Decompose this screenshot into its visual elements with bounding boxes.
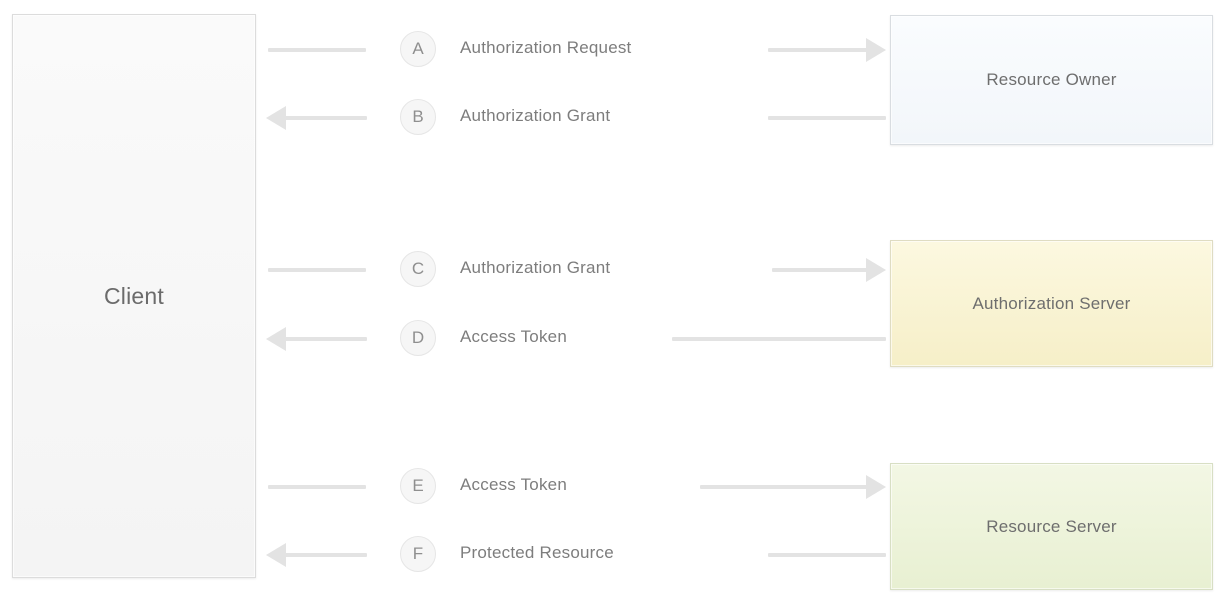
message-c-badge: C (400, 251, 436, 287)
message-a-arrowhead-right-icon (866, 38, 886, 62)
message-b-label: Authorization Grant (460, 106, 611, 125)
message-e-line-left (268, 485, 366, 489)
message-c-line-left (268, 268, 366, 272)
message-row-c: C Authorization Grant (0, 250, 1230, 290)
message-row-d: D Access Token (0, 319, 1230, 359)
message-d-line-left (285, 337, 367, 341)
message-c-arrowhead-right-icon (866, 258, 886, 282)
message-e-line-right (700, 485, 868, 489)
message-b-line-right (768, 116, 886, 120)
message-b-line-left (285, 116, 367, 120)
node-resource-owner-label: Resource Owner (986, 70, 1117, 89)
message-row-b: B Authorization Grant (0, 98, 1230, 138)
node-resource-server-label: Resource Server (986, 516, 1117, 536)
message-c-line-right (772, 268, 868, 272)
message-e-label: Access Token (460, 475, 567, 494)
message-a-badge: A (400, 31, 436, 67)
oauth-protocol-flow-diagram: Client Resource Owner Authorization Serv… (0, 0, 1230, 610)
message-f-label: Protected Resource (460, 543, 614, 562)
message-f-line-left (285, 553, 367, 557)
message-e-badge: E (400, 468, 436, 504)
message-b-arrowhead-left-icon (266, 106, 286, 130)
message-f-badge: F (400, 536, 436, 572)
message-a-line-left (268, 48, 366, 52)
message-d-label: Access Token (460, 327, 567, 346)
message-d-arrowhead-left-icon (266, 327, 286, 351)
message-b-badge: B (400, 99, 436, 135)
message-a-label: Authorization Request (460, 38, 632, 57)
message-row-f: F Protected Resource (0, 535, 1230, 575)
message-row-a: A Authorization Request (0, 30, 1230, 70)
message-f-line-right (768, 553, 886, 557)
message-row-e: E Access Token (0, 467, 1230, 507)
message-d-badge: D (400, 320, 436, 356)
node-authorization-server-label: Authorization Server (972, 293, 1131, 313)
message-e-arrowhead-right-icon (866, 475, 886, 499)
message-d-line-right (672, 337, 886, 341)
message-f-arrowhead-left-icon (266, 543, 286, 567)
message-c-label: Authorization Grant (460, 258, 611, 277)
message-a-line-right (768, 48, 868, 52)
